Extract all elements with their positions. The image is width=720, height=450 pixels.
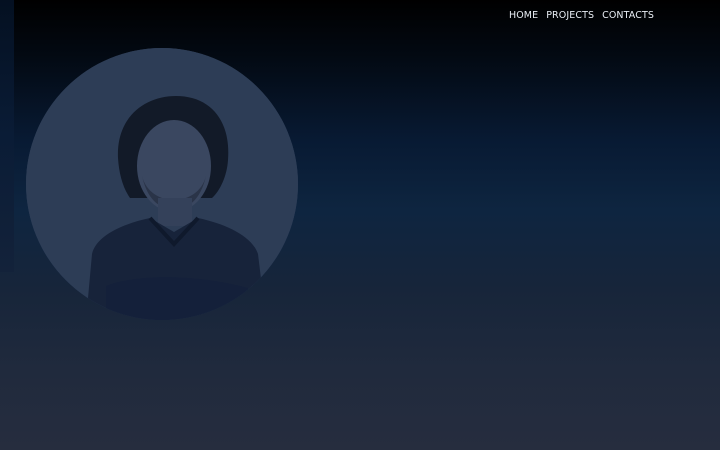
nav-contacts-link[interactable]: CONTACTS: [602, 10, 654, 22]
nav-home-link[interactable]: HOME: [509, 10, 538, 22]
nav-projects-link[interactable]: PROJECTS: [546, 10, 594, 22]
profile-photo: [26, 48, 298, 320]
profile-photo-illustration: [26, 48, 298, 320]
portrait-left-clip: [0, 0, 14, 272]
main-nav: HOME PROJECTS CONTACTS: [509, 10, 654, 22]
